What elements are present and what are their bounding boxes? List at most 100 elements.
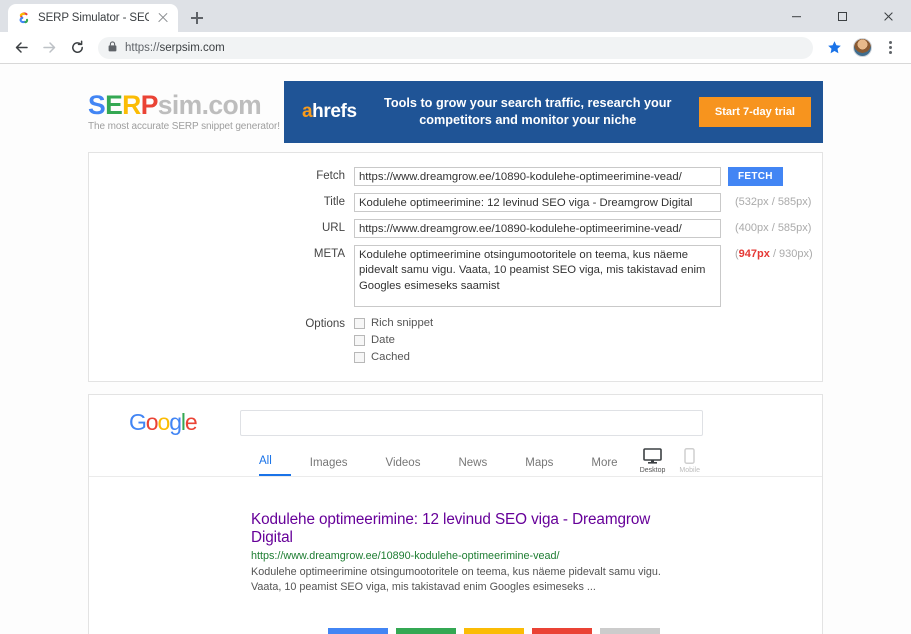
address-bar[interactable]: https://serpsim.com xyxy=(98,37,813,59)
reload-button[interactable] xyxy=(64,35,90,61)
ahrefs-logo-rest: hrefs xyxy=(312,101,356,122)
options-label: Options xyxy=(89,315,354,330)
forward-button[interactable] xyxy=(36,35,62,61)
google-logo-g1: G xyxy=(129,409,146,435)
serp-preview-panel: Google All Images Videos News Maps More xyxy=(88,394,823,634)
toolbar-right xyxy=(821,35,903,61)
url-counter: (400px / 585px) xyxy=(735,219,811,234)
copy-button[interactable]: COPY xyxy=(396,628,456,634)
option-date[interactable]: Date xyxy=(354,334,433,346)
options-list: Rich snippet Date Cached xyxy=(354,315,433,363)
serp-tab-bar: All Images Videos News Maps More xyxy=(89,450,822,477)
site-header: SERPsim.com The most accurate SERP snipp… xyxy=(88,64,823,142)
fetch-row: Fetch FETCH xyxy=(89,167,822,186)
google-logo-e: e xyxy=(185,409,197,435)
url-counter-current: (400px xyxy=(735,222,769,234)
new-tab-button[interactable] xyxy=(184,5,210,31)
minimize-button[interactable] xyxy=(773,0,819,32)
date-checkbox[interactable] xyxy=(354,335,365,346)
google-logo-g2: g xyxy=(169,409,181,435)
serp-snippet: Kodulehe optimeerimine: 12 levinud SEO v… xyxy=(251,511,671,596)
desktop-icon xyxy=(643,448,662,466)
fetch-button[interactable]: FETCH xyxy=(728,167,783,186)
url-input[interactable] xyxy=(354,219,721,238)
serp-tab-news[interactable]: News xyxy=(439,457,506,476)
serp-tab-maps[interactable]: Maps xyxy=(506,457,572,476)
logo-letter-e: E xyxy=(105,90,122,120)
logo-letter-p: P xyxy=(141,90,158,120)
kebab-menu-icon[interactable] xyxy=(877,35,903,61)
ahrefs-logo: ahrefs xyxy=(302,101,357,123)
close-tab-icon[interactable] xyxy=(156,11,170,25)
serp-tab-more[interactable]: More xyxy=(572,457,636,476)
browser-tab[interactable]: SERP Simulator - SEO Title & Me xyxy=(8,4,178,32)
title-row: Title (532px / 585px) xyxy=(89,193,822,212)
mobile-label: Mobile xyxy=(679,467,700,474)
image-button[interactable]: IMAGE xyxy=(600,628,660,634)
close-window-button[interactable] xyxy=(865,0,911,32)
meta-counter-limit: / 930px) xyxy=(773,248,813,260)
option-cached[interactable]: Cached xyxy=(354,351,433,363)
browser-toolbar: https://serpsim.com xyxy=(0,32,911,64)
url-counter-limit: / 585px) xyxy=(772,222,812,234)
snippet-description: Kodulehe optimeerimine otsingumootoritel… xyxy=(251,565,671,596)
site-tagline: The most accurate SERP snippet generator… xyxy=(88,121,284,132)
meta-row: META (947px / 930px) xyxy=(89,245,822,307)
title-counter-limit: / 585px) xyxy=(772,196,812,208)
clear-button[interactable]: CLEAR xyxy=(464,628,524,634)
page-viewport: SERPsim.com The most accurate SERP snipp… xyxy=(0,64,911,634)
logo-wordmark: SERPsim.com xyxy=(88,92,284,119)
ahrefs-ad-banner[interactable]: ahrefs Tools to grow your search traffic… xyxy=(284,81,823,143)
snippet-url: https://www.dreamgrow.ee/10890-kodulehe-… xyxy=(251,550,671,562)
title-counter-current: (532px xyxy=(735,196,769,208)
meta-label: META xyxy=(89,245,354,260)
google-search-box[interactable] xyxy=(240,410,703,436)
logo-suffix: sim.com xyxy=(158,90,261,120)
url-host: serpsim.com xyxy=(160,42,225,54)
cached-checkbox[interactable] xyxy=(354,352,365,363)
device-toggle-desktop[interactable]: Desktop xyxy=(640,448,666,474)
url-row: URL (400px / 585px) xyxy=(89,219,822,238)
back-button[interactable] xyxy=(8,35,34,61)
cached-label: Cached xyxy=(371,351,410,363)
google-logo: Google xyxy=(129,409,197,436)
snippet-editor-panel: Fetch FETCH Title (532px / 585px) URL (4… xyxy=(88,152,823,382)
url-scheme: https:// xyxy=(125,42,160,54)
serp-tab-all[interactable]: All xyxy=(259,455,291,476)
meta-counter-current: 947px xyxy=(739,248,770,260)
serp-results-area: Kodulehe optimeerimine: 12 levinud SEO v… xyxy=(89,477,822,634)
option-rich-snippet[interactable]: Rich snippet xyxy=(354,317,433,329)
window-controls xyxy=(773,0,911,32)
action-button-group: SHARE COPY CLEAR SAVE IMAGE xyxy=(89,628,822,634)
share-button[interactable]: SHARE xyxy=(328,628,388,634)
title-counter: (532px / 585px) xyxy=(735,193,811,208)
device-toggle-mobile[interactable]: Mobile xyxy=(679,448,700,474)
serp-header: Google All Images Videos News Maps More xyxy=(89,395,822,477)
rich-snippet-checkbox[interactable] xyxy=(354,318,365,329)
google-logo-o2: o xyxy=(158,409,170,435)
logo-letter-s: S xyxy=(88,90,105,120)
fetch-label: Fetch xyxy=(89,167,354,182)
lock-icon xyxy=(108,39,117,57)
address-bar-url: https://serpsim.com xyxy=(125,42,225,54)
title-input[interactable] xyxy=(354,193,721,212)
serp-tab-videos[interactable]: Videos xyxy=(367,457,440,476)
star-icon[interactable] xyxy=(821,35,847,61)
save-button[interactable]: SAVE xyxy=(532,628,592,634)
avatar[interactable] xyxy=(849,35,875,61)
fetch-input[interactable] xyxy=(354,167,721,186)
meta-textarea[interactable] xyxy=(354,245,721,307)
options-row: Options Rich snippet Date Cached xyxy=(89,315,822,363)
site-logo[interactable]: SERPsim.com The most accurate SERP snipp… xyxy=(88,92,284,133)
title-label: Title xyxy=(89,193,354,208)
serp-tab-images[interactable]: Images xyxy=(291,457,367,476)
browser-window: SERP Simulator - SEO Title & Me xyxy=(0,0,911,634)
serp-search-row: Google xyxy=(89,409,822,436)
snippet-title[interactable]: Kodulehe optimeerimine: 12 levinud SEO v… xyxy=(251,511,671,548)
logo-letter-r: R xyxy=(122,90,141,120)
meta-counter: (947px / 930px) xyxy=(735,245,813,260)
maximize-button[interactable] xyxy=(819,0,865,32)
url-label: URL xyxy=(89,219,354,234)
start-trial-button[interactable]: Start 7-day trial xyxy=(699,97,811,127)
desktop-label: Desktop xyxy=(640,467,666,474)
